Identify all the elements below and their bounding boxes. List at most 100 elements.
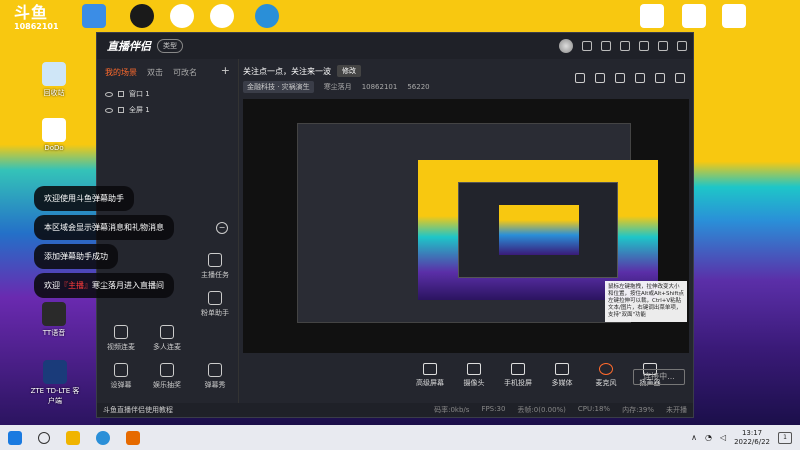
wifi-icon[interactable]: ◔ [705, 433, 712, 442]
type-button[interactable]: 类型 [157, 39, 183, 53]
edit-button[interactable]: 修改 [337, 65, 361, 77]
recycle-bin-icon [42, 62, 66, 86]
search-icon[interactable] [38, 431, 50, 444]
eye-icon[interactable] [105, 107, 113, 113]
control-label: 高级屏幕 [416, 379, 444, 387]
live-companion-task-icon[interactable] [126, 430, 140, 445]
message-icon[interactable] [601, 41, 611, 51]
tool-lottery[interactable]: 娱乐抽奖 [143, 363, 191, 390]
camera-button[interactable]: 摄像头 [457, 363, 491, 388]
source-item-fullscreen[interactable]: 全屏 1 [97, 102, 238, 118]
file-icon [722, 4, 746, 28]
edge-icon[interactable] [96, 430, 110, 445]
tt-icon [42, 302, 66, 326]
taskbar: ∧ ◔ ◁ 13:17 2022/6/22 1 [0, 425, 800, 450]
topic-bar: 关注点一点，关注来一波 修改 [243, 65, 361, 77]
media-button[interactable]: 多媒体 [545, 363, 579, 388]
stream-stats: 码率:0kb/s FPS:30 丢帧:0(0.00%) CPU:18% 内存:3… [434, 405, 687, 415]
chat-message: 添加弹幕助手成功 [34, 244, 118, 269]
tool-host-task[interactable]: 主播任务 [191, 253, 239, 280]
tab-my-scenes[interactable]: 我的场景 [105, 67, 137, 78]
volume-icon[interactable]: ◁ [720, 433, 726, 442]
lock-icon[interactable] [118, 91, 124, 97]
minimize-icon[interactable] [639, 41, 649, 51]
desktop-icon-file-1[interactable] [630, 4, 674, 30]
drop-stat: 丢帧:0(0.00%) [517, 406, 566, 414]
phone-cast-button[interactable]: 手机投屏 [501, 363, 535, 388]
clock-date: 2022/6/22 [734, 437, 770, 446]
tool-barrage[interactable]: 设弹幕 [97, 363, 145, 390]
category-badge[interactable]: 金融科技 · 灾祸演生 [243, 81, 314, 93]
maximize-icon[interactable] [658, 41, 668, 51]
desktop-icon-label: 回收站 [43, 89, 65, 97]
settings-icon[interactable] [620, 41, 630, 51]
windows-start-icon[interactable] [8, 430, 22, 445]
chevron-up-icon[interactable]: ∧ [691, 433, 697, 442]
stream-info-bar: 金融科技 · 灾祸演生 寒尘落月 10862101 56220 [243, 81, 430, 93]
fans-count: 56220 [407, 83, 430, 91]
live-companion-window: 直播伴侣 类型 我的场景 双击 可改名 + 窗口 1 全屏 1 主播任务 粉单助… [96, 32, 694, 418]
microphone-button[interactable]: 麦克风 [589, 363, 623, 388]
source-item-window[interactable]: 窗口 1 [97, 86, 238, 102]
clock[interactable]: 13:17 2022/6/22 [734, 429, 770, 447]
stream-preview[interactable]: 鼠标左键拖拽，拉伸改变大小和位置，按住Alt或Alt+Shift点左键拉伸可以裁… [243, 99, 689, 353]
douyu-logo-text: 斗鱼 [14, 3, 49, 22]
file-explorer-icon[interactable] [66, 430, 80, 445]
file-icon [640, 4, 664, 28]
network-stat: 未开播 [666, 406, 687, 414]
calendar-icon [208, 363, 222, 377]
desktop-icon-tt[interactable]: TT语音 [32, 302, 76, 338]
desktop-icon-zte[interactable]: ZTE TD-LTE 客户端 [30, 360, 80, 406]
tool-video-link[interactable]: 视频连麦 [97, 325, 145, 352]
start-stream-button[interactable]: 连接中... [633, 369, 685, 385]
tool-barrage-show[interactable]: 弹幕秀 [191, 363, 239, 390]
tool-fan-helper[interactable]: 粉单助手 [191, 291, 239, 318]
desktop-icon-file-3[interactable] [712, 4, 756, 30]
tool-multi-link[interactable]: 多人连麦 [143, 325, 191, 352]
preview-nested-window [297, 123, 658, 323]
layout-icon[interactable] [575, 73, 585, 83]
play-icon [555, 363, 569, 375]
desktop-icon-qq[interactable] [200, 4, 244, 30]
lock-icon[interactable] [595, 73, 605, 83]
tab-double-click[interactable]: 双击 [147, 67, 163, 78]
chat-message: 欢迎『主播』寒尘落月进入直播间 [34, 273, 174, 298]
add-scene-button[interactable]: + [221, 65, 230, 78]
anchor-icon[interactable] [635, 73, 645, 83]
lock-icon[interactable] [118, 107, 124, 113]
desktop-icon-k[interactable] [245, 4, 289, 30]
desktop-icon-recycle-bin[interactable]: 回收站 [32, 62, 76, 98]
barrage-chat-overlay: 欢迎使用斗鱼弹幕助手 本区域会显示弹幕消息和礼物消息 添加弹幕助手成功 欢迎『主… [34, 186, 174, 302]
barrage-icon [114, 363, 128, 377]
desktop-icon-file-2[interactable] [672, 4, 716, 30]
chart-icon[interactable] [655, 73, 665, 83]
chat-message: 欢迎使用斗鱼弹幕助手 [34, 186, 134, 211]
chat-suffix: 寒尘落月进入直播间 [92, 281, 164, 290]
desktop-icon-netease[interactable] [120, 4, 164, 30]
control-label: 多媒体 [551, 379, 573, 387]
desktop-icon-pc[interactable] [72, 4, 116, 30]
eye-icon[interactable] [105, 91, 113, 97]
tab-rename[interactable]: 可改名 [173, 67, 197, 78]
tool-label: 弹幕秀 [204, 381, 226, 389]
screen-icon[interactable] [582, 41, 592, 51]
chat-message: 本区域会显示弹幕消息和礼物消息 [34, 215, 174, 240]
screen-capture-button[interactable]: 高级屏幕 [413, 363, 447, 388]
netease-icon [130, 4, 154, 28]
share-icon[interactable] [675, 73, 685, 83]
cpu-stat: CPU:18% [577, 405, 611, 413]
tutorial-link[interactable]: 斗鱼直播伴侣使用教程 [103, 405, 173, 415]
desktop-icon-record[interactable] [160, 4, 204, 30]
desktop-icon-dodo[interactable]: DoDo [32, 118, 76, 152]
desktop-icon-label: ZTE TD-LTE 客户端 [30, 387, 80, 405]
close-icon[interactable] [677, 41, 687, 51]
file-icon [682, 4, 706, 28]
source-label: 全屏 1 [129, 106, 150, 114]
stream-topic: 关注点一点，关注来一波 [243, 66, 331, 76]
notification-icon[interactable]: 1 [778, 431, 792, 444]
avatar[interactable] [559, 39, 573, 53]
preview-nested-desktop [418, 160, 658, 300]
zte-icon [43, 360, 67, 384]
gift-icon[interactable] [615, 73, 625, 83]
chat-close-icon[interactable]: − [216, 222, 228, 234]
